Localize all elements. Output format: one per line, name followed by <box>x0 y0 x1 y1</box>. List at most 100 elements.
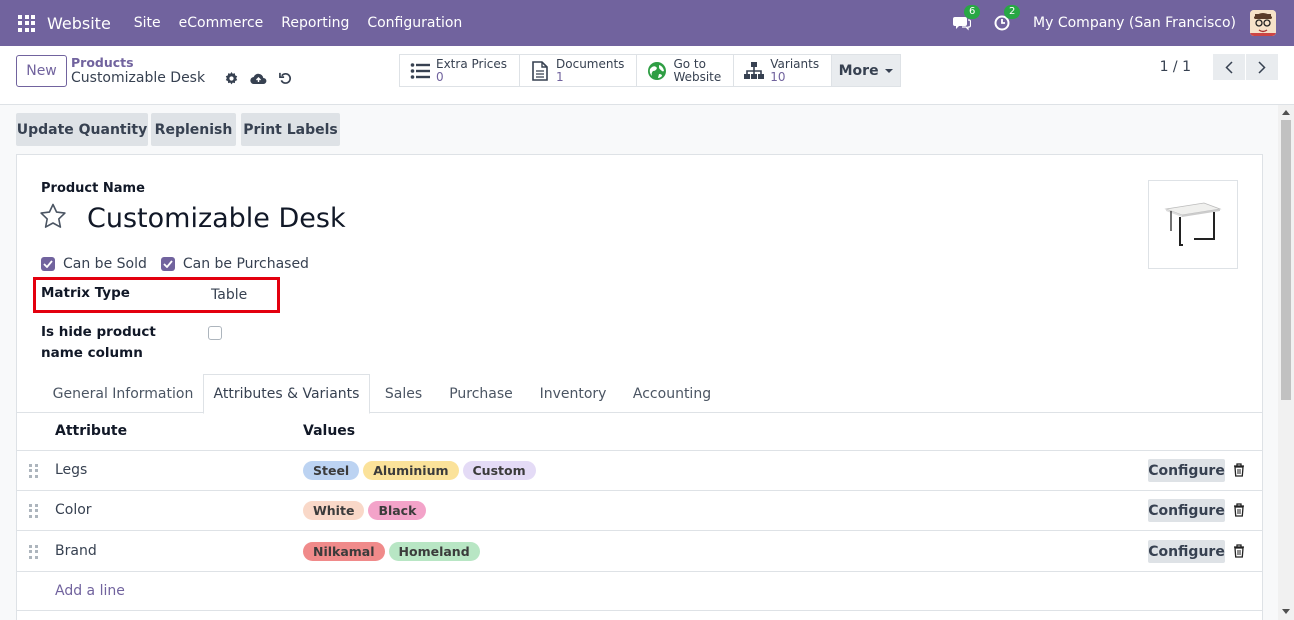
variants-button[interactable]: Variants 10 <box>734 55 833 86</box>
attributes-table-header: Attribute Values <box>17 413 1262 451</box>
activities-button[interactable]: 2 <box>993 5 1021 32</box>
replenish-button[interactable]: Replenish <box>151 113 236 146</box>
pager-buttons <box>1212 54 1278 80</box>
breadcrumb-current: Customizable Desk <box>71 70 292 86</box>
sitemap-icon <box>744 61 765 81</box>
product-name-field[interactable]: Customizable Desk <box>87 203 346 234</box>
hide-column-label: Is hide product name column <box>41 324 156 361</box>
caret-down-icon <box>884 68 893 73</box>
tab-purchase[interactable]: Purchase <box>437 374 525 413</box>
menu-site[interactable]: Site <box>134 15 161 31</box>
value-tags: White Black <box>303 501 430 520</box>
avatar-face-icon <box>1250 10 1276 36</box>
globe-icon <box>647 61 667 81</box>
can-be-purchased-label: Can be Purchased <box>182 256 309 272</box>
pager-previous-button[interactable] <box>1213 54 1245 80</box>
hide-column-checkbox[interactable] <box>208 326 222 340</box>
checkbox-group: Can be Sold Can be Purchased <box>41 256 323 272</box>
print-labels-button[interactable]: Print Labels <box>241 113 340 146</box>
scroll-thumb[interactable] <box>1281 120 1291 400</box>
more-dropdown[interactable]: More <box>832 55 901 86</box>
table-row[interactable]: Brand Nilkamal Homeland Configure <box>17 532 1262 572</box>
breadcrumb-products[interactable]: Products <box>71 55 134 70</box>
form-sheet: Product Name Customizable Desk Can be So… <box>16 154 1263 620</box>
activities-badge: 2 <box>1004 5 1021 19</box>
table-row[interactable]: Legs Steel Aluminium Custom Configure <box>17 451 1262 491</box>
tab-accounting[interactable]: Accounting <box>621 374 723 413</box>
user-avatar[interactable] <box>1250 10 1276 36</box>
tab-inventory[interactable]: Inventory <box>527 374 619 413</box>
configure-button[interactable]: Configure <box>1148 540 1225 563</box>
column-attribute[interactable]: Attribute <box>55 423 127 439</box>
scroll-up-arrow-icon[interactable] <box>1282 110 1290 115</box>
more-label: More <box>838 62 879 79</box>
control-panel: New Products Customizable Desk Extra Pri… <box>0 46 1294 105</box>
tab-general-information[interactable]: General Information <box>42 374 204 413</box>
tab-sales[interactable]: Sales <box>372 374 435 413</box>
smart-buttons: Extra Prices 0 Documents 1 Go to Website Va… <box>399 54 902 87</box>
company-switcher[interactable]: My Company (San Francisco) <box>1033 15 1236 31</box>
drag-handle-icon[interactable] <box>29 464 38 478</box>
pager-next-button[interactable] <box>1246 54 1278 80</box>
table-row[interactable]: Color White Black Configure <box>17 491 1262 531</box>
divider <box>17 610 1262 611</box>
can-be-purchased-checkbox[interactable]: Can be Purchased <box>160 256 309 272</box>
app-name[interactable]: Website <box>47 14 111 33</box>
documents-value: 1 <box>556 69 564 84</box>
attribute-name[interactable]: Legs <box>55 462 87 478</box>
breadcrumb-current-label: Customizable Desk <box>71 70 206 86</box>
value-tag: Nilkamal <box>303 542 385 561</box>
go-to-website-button[interactable]: Go to Website <box>637 55 735 86</box>
extra-prices-button[interactable]: Extra Prices 0 <box>400 55 521 86</box>
trash-icon[interactable] <box>1233 503 1245 521</box>
go-to-value: Website <box>673 69 722 84</box>
messages-button[interactable]: 6 <box>953 5 981 32</box>
drag-handle-icon[interactable] <box>29 545 38 559</box>
tab-attributes-variants[interactable]: Attributes & Variants <box>203 374 370 414</box>
extra-prices-value: 0 <box>436 69 444 84</box>
trash-icon[interactable] <box>1233 463 1245 481</box>
star-icon[interactable] <box>39 203 67 233</box>
can-be-sold-checkbox[interactable]: Can be Sold <box>41 256 147 272</box>
menu-configuration[interactable]: Configuration <box>367 15 462 31</box>
configure-button[interactable]: Configure <box>1148 459 1225 482</box>
update-quantity-button[interactable]: Update Quantity <box>16 113 148 146</box>
product-image[interactable] <box>1148 180 1238 269</box>
page-scrollbar[interactable] <box>1278 105 1294 620</box>
matrix-type-select[interactable]: Table <box>211 287 247 303</box>
notebook-tabs: General Information Attributes & Variant… <box>17 374 1262 414</box>
value-tag: Homeland <box>388 542 480 561</box>
menu-ecommerce[interactable]: eCommerce <box>179 15 264 31</box>
document-icon <box>530 60 550 81</box>
add-a-line-link[interactable]: Add a line <box>55 583 125 599</box>
chevron-right-icon <box>1258 60 1266 74</box>
checkbox-checked-icon <box>41 257 55 271</box>
apps-grid-icon[interactable] <box>18 14 35 32</box>
cloud-upload-icon[interactable] <box>250 72 267 85</box>
attribute-name[interactable]: Color <box>55 502 92 518</box>
discard-icon[interactable] <box>279 72 292 85</box>
extra-prices-label: Extra Prices <box>436 56 508 71</box>
menu-reporting[interactable]: Reporting <box>281 15 349 31</box>
trash-icon[interactable] <box>1233 544 1245 562</box>
documents-button[interactable]: Documents 1 <box>520 55 638 86</box>
documents-label: Documents <box>556 56 625 71</box>
desk-image-icon <box>1164 202 1222 246</box>
go-to-label: Go to <box>673 56 706 71</box>
variants-label: Variants <box>770 56 820 71</box>
value-tag: White <box>303 501 365 520</box>
drag-handle-icon[interactable] <box>29 504 38 518</box>
value-tag: Steel <box>303 461 360 480</box>
scroll-down-arrow-icon[interactable] <box>1282 609 1290 614</box>
new-button[interactable]: New <box>16 55 67 87</box>
configure-button[interactable]: Configure <box>1148 499 1225 522</box>
value-tag: Custom <box>462 461 536 480</box>
attribute-name[interactable]: Brand <box>55 543 97 559</box>
messages-badge: 6 <box>964 5 981 19</box>
value-tags: Nilkamal Homeland <box>303 542 484 561</box>
column-values[interactable]: Values <box>303 423 355 439</box>
top-navbar: Website Site eCommerce Reporting Configu… <box>0 0 1294 46</box>
pager-value: 1 / 1 <box>1159 59 1191 75</box>
chevron-left-icon <box>1225 60 1233 74</box>
gear-icon[interactable] <box>225 71 238 85</box>
